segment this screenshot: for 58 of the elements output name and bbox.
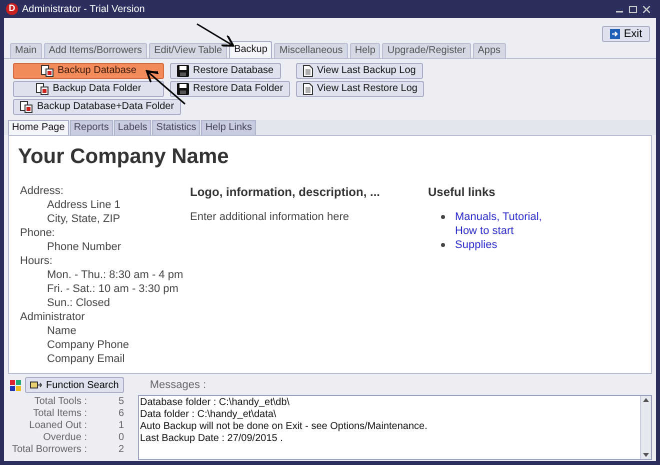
contact-value: Fri. - Sat.: 10 am - 3:30 pm bbox=[46, 282, 180, 296]
toolbar-button[interactable]: Backup Data Folder bbox=[13, 81, 164, 97]
subtab[interactable]: Statistics bbox=[152, 120, 200, 135]
app-logo: D bbox=[6, 3, 18, 15]
contact-value: Mon. - Thu.: 8:30 am - 4 pm bbox=[46, 268, 184, 282]
messages-label: Messages : bbox=[150, 378, 206, 393]
subtab[interactable]: Help Links bbox=[201, 120, 256, 135]
contact-label: Administrator bbox=[20, 310, 86, 324]
window-title: Administrator - Trial Version bbox=[22, 2, 145, 16]
subtab[interactable]: Reports bbox=[70, 120, 113, 135]
contact-value: Company Phone bbox=[46, 338, 130, 352]
contact-value: Sun.: Closed bbox=[46, 296, 111, 310]
contact-label: Phone: bbox=[20, 226, 56, 240]
contact-label: Hours: bbox=[20, 254, 54, 268]
stat-value: 2 bbox=[117, 444, 124, 456]
message-line: Last Backup Date : 27/09/2015 . bbox=[140, 433, 284, 445]
toolbar-button[interactable]: Backup Database+Data Folder bbox=[13, 99, 182, 115]
tab[interactable]: Apps bbox=[472, 43, 506, 58]
stat-value: 6 bbox=[117, 408, 124, 420]
message-line: Database folder : C:\handy_et\db\ bbox=[140, 397, 291, 409]
stat-label: Loaned Out : bbox=[28, 420, 87, 432]
tab[interactable]: Edit/View Table bbox=[149, 43, 228, 58]
stat-label: Overdue : bbox=[42, 432, 87, 444]
subtab[interactable]: Home Page bbox=[8, 120, 69, 135]
subtab[interactable]: Labels bbox=[114, 120, 152, 135]
stat-label: Total Borrowers : bbox=[10, 444, 87, 456]
tab[interactable]: Main bbox=[10, 43, 42, 58]
toolbar-button[interactable]: View Last Backup Log bbox=[296, 63, 423, 79]
stat-value: 0 bbox=[117, 432, 124, 444]
tab[interactable]: Help bbox=[350, 43, 380, 58]
toolbar-button[interactable]: View Last Restore Log bbox=[296, 81, 424, 97]
stat-label: Total Items : bbox=[32, 408, 87, 420]
tab[interactable]: Miscellaneous bbox=[274, 43, 348, 58]
info-text: Enter additional information here bbox=[190, 210, 350, 224]
link[interactable]: Supplies bbox=[455, 238, 498, 252]
stat-value: 1 bbox=[117, 420, 124, 432]
toolbar-button[interactable]: Restore Data Folder bbox=[170, 81, 290, 97]
contact-value: City, State, ZIP bbox=[46, 212, 122, 226]
section-heading: Useful links bbox=[428, 185, 496, 199]
message-line: Data folder : C:\handy_et\data\ bbox=[140, 409, 278, 421]
link[interactable]: Manuals, Tutorial, How to start bbox=[455, 210, 542, 238]
contact-value: Address Line 1 bbox=[46, 198, 122, 212]
exit-button[interactable]: Exit bbox=[602, 26, 650, 42]
contact-value: Name bbox=[46, 324, 78, 338]
message-line: Auto Backup will not be done on Exit - see Options/Maintenance. bbox=[140, 421, 428, 433]
contact-value: Company Email bbox=[46, 352, 126, 366]
contact-label: Address: bbox=[20, 184, 64, 198]
company-name: Your Company Name bbox=[18, 144, 230, 170]
tab[interactable]: Upgrade/Register bbox=[382, 43, 471, 58]
toolbar-button[interactable]: Backup Database bbox=[13, 63, 164, 79]
contact-value: Phone Number bbox=[46, 240, 122, 254]
toolbar-button[interactable]: Restore Database bbox=[170, 63, 281, 79]
function-search-button[interactable]: Function Search bbox=[25, 377, 124, 393]
tab[interactable]: Backup bbox=[229, 41, 272, 58]
section-heading: Logo, information, description, ... bbox=[190, 185, 381, 199]
tab[interactable]: Add Items/Borrowers bbox=[44, 43, 148, 58]
stat-label: Total Tools : bbox=[33, 396, 87, 408]
stat-value: 5 bbox=[117, 396, 124, 408]
